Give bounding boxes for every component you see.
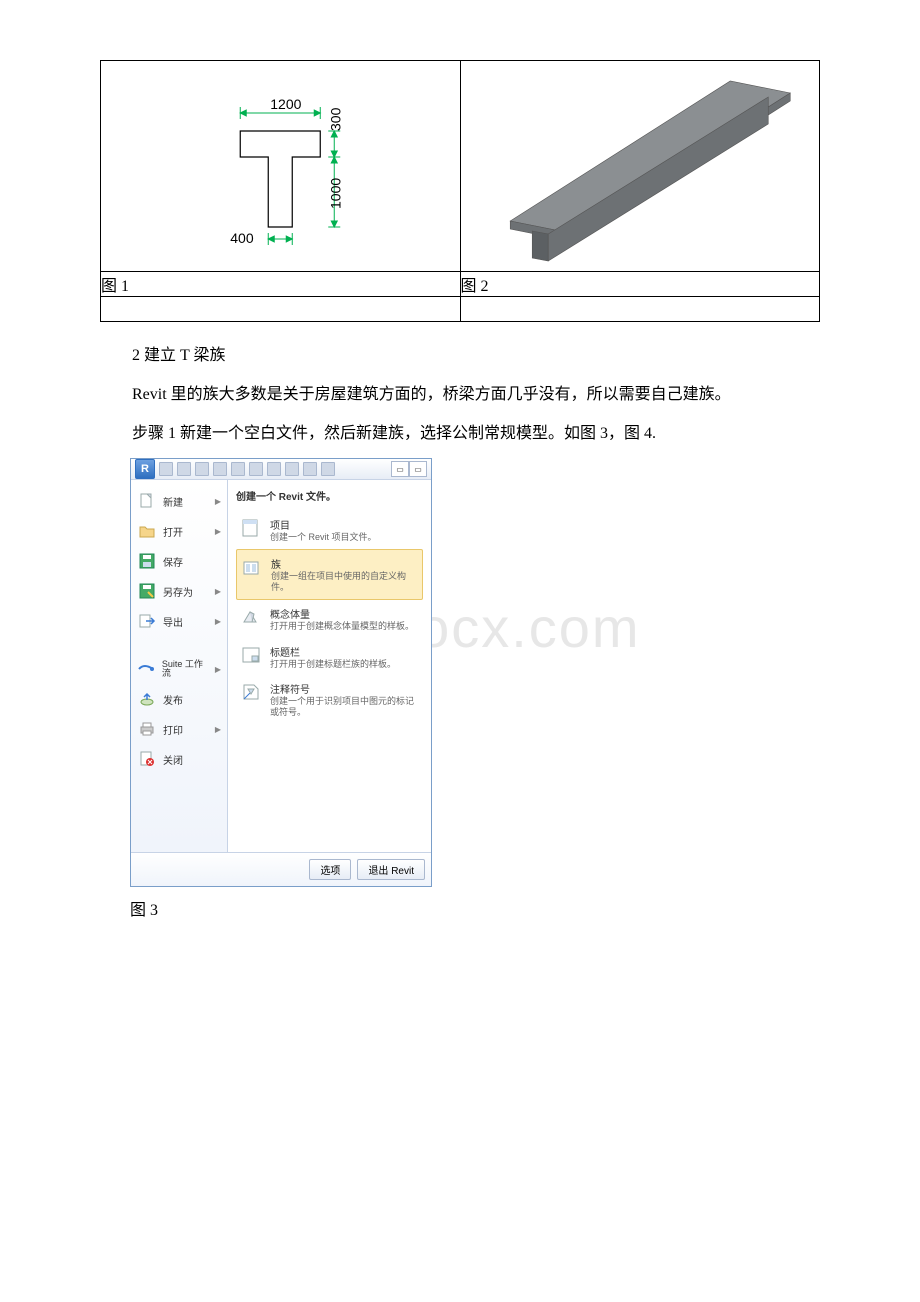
submenu-arrow-icon: ▶: [215, 617, 221, 626]
menu-print[interactable]: 打印 ▶: [131, 714, 227, 744]
open-docs-tab[interactable]: ▭: [409, 461, 427, 477]
revit-app-menu: R ▭ ▭ 新建 ▶: [130, 458, 432, 887]
close-icon: [137, 750, 157, 768]
menu-save[interactable]: 保存: [131, 546, 227, 576]
qat-icon[interactable]: [231, 462, 245, 476]
saveas-icon: [137, 582, 157, 600]
fig1-label: 图 1: [101, 278, 129, 295]
qat-undo-icon[interactable]: [177, 462, 191, 476]
submenu-arrow-icon: ▶: [215, 665, 221, 674]
qat-save-icon[interactable]: [159, 462, 173, 476]
menu-export-label: 导出: [163, 614, 183, 629]
project-title: 项目: [270, 517, 377, 532]
options-button[interactable]: 选项: [309, 859, 351, 880]
paragraph-1: Revit 里的族大多数是关于房屋建筑方面的，桥梁方面几乎没有，所以需要自己建族…: [100, 381, 820, 410]
menu-close-label: 关闭: [163, 752, 183, 767]
menu-suite[interactable]: Suite 工作流 ▶: [131, 654, 227, 684]
app-menu-right-column: 创建一个 Revit 文件。 项目 创建一个 Revit 项目文件。: [228, 480, 431, 852]
family-title: 族: [271, 556, 418, 571]
new-titleblock-item[interactable]: 标题栏 打开用于创建标题栏族的样板。: [236, 638, 423, 676]
suite-icon: [137, 660, 156, 678]
menu-save-label: 保存: [163, 554, 183, 569]
print-icon: [137, 720, 157, 738]
qat-icon[interactable]: [303, 462, 317, 476]
new-annotation-item[interactable]: 注释符号 创建一个用于识别项目中图元的标记或符号。: [236, 675, 423, 724]
new-project-item[interactable]: 项目 创建一个 Revit 项目文件。: [236, 511, 423, 549]
dim-1200: 1200: [270, 96, 301, 112]
project-desc: 创建一个 Revit 项目文件。: [270, 532, 377, 543]
publish-icon: [137, 690, 157, 708]
titleblock-desc: 打开用于创建标题栏族的样板。: [270, 659, 396, 670]
quick-access-toolbar: R ▭ ▭: [131, 459, 431, 480]
qat-icon[interactable]: [213, 462, 227, 476]
menu-close[interactable]: 关闭: [131, 744, 227, 774]
titleblock-icon: [240, 644, 262, 666]
export-icon: [137, 612, 157, 630]
menu-suite-label: Suite 工作流: [162, 660, 209, 678]
menu-print-label: 打印: [163, 722, 183, 737]
section-heading: 2 建立 T 梁族: [100, 342, 820, 371]
annotation-title: 注释符号: [270, 681, 419, 696]
mass-icon: [240, 606, 262, 628]
qat-icon[interactable]: [321, 462, 335, 476]
dim-1000: 1000: [327, 178, 343, 209]
figure-1: 1200 300: [101, 61, 460, 271]
exit-revit-button[interactable]: 退出 Revit: [357, 859, 425, 880]
qat-icon[interactable]: [267, 462, 281, 476]
submenu-arrow-icon: ▶: [215, 587, 221, 596]
right-panel-header: 创建一个 Revit 文件。: [236, 488, 423, 503]
menu-publish-label: 发布: [163, 692, 183, 707]
open-folder-icon: [137, 522, 157, 540]
new-mass-item[interactable]: 概念体量 打开用于创建概念体量模型的样板。: [236, 600, 423, 638]
menu-publish[interactable]: 发布: [131, 684, 227, 714]
annotation-desc: 创建一个用于识别项目中图元的标记或符号。: [270, 696, 419, 718]
menu-new[interactable]: 新建 ▶: [131, 486, 227, 516]
new-family-item[interactable]: 族 创建一组在项目中使用的自定义构件。: [236, 549, 423, 600]
recent-docs-tab[interactable]: ▭: [391, 461, 409, 477]
new-file-icon: [137, 492, 157, 510]
figure-2: [461, 61, 820, 271]
app-menu-footer: 选项 退出 Revit: [131, 852, 431, 886]
menu-saveas-label: 另存为: [163, 584, 193, 599]
submenu-arrow-icon: ▶: [215, 725, 221, 734]
paragraph-2: 步骤 1 新建一个空白文件，然后新建族，选择公制常规模型。如图 3，图 4.: [100, 420, 820, 449]
app-menu-left-column: 新建 ▶ 打开 ▶ 保存: [131, 480, 228, 852]
menu-open-label: 打开: [163, 524, 183, 539]
qat-icon[interactable]: [249, 462, 263, 476]
mass-title: 概念体量: [270, 606, 414, 621]
fig2-label: 图 2: [461, 278, 489, 295]
fig3-caption: 图 3: [130, 897, 820, 926]
revit-app-button[interactable]: R: [135, 459, 155, 479]
menu-saveas[interactable]: 另存为 ▶: [131, 576, 227, 606]
mass-desc: 打开用于创建概念体量模型的样板。: [270, 621, 414, 632]
qat-icon[interactable]: [285, 462, 299, 476]
family-icon: [241, 556, 263, 578]
dim-400: 400: [230, 230, 254, 246]
submenu-arrow-icon: ▶: [215, 527, 221, 536]
titleblock-title: 标题栏: [270, 644, 396, 659]
menu-open[interactable]: 打开 ▶: [131, 516, 227, 546]
figure-table: 1200 300: [100, 60, 820, 322]
menu-export[interactable]: 导出 ▶: [131, 606, 227, 636]
family-desc: 创建一组在项目中使用的自定义构件。: [271, 571, 418, 593]
qat-redo-icon[interactable]: [195, 462, 209, 476]
save-icon: [137, 552, 157, 570]
annotation-icon: [240, 681, 262, 703]
dim-300: 300: [327, 107, 343, 131]
project-icon: [240, 517, 262, 539]
menu-new-label: 新建: [163, 494, 183, 509]
submenu-arrow-icon: ▶: [215, 497, 221, 506]
